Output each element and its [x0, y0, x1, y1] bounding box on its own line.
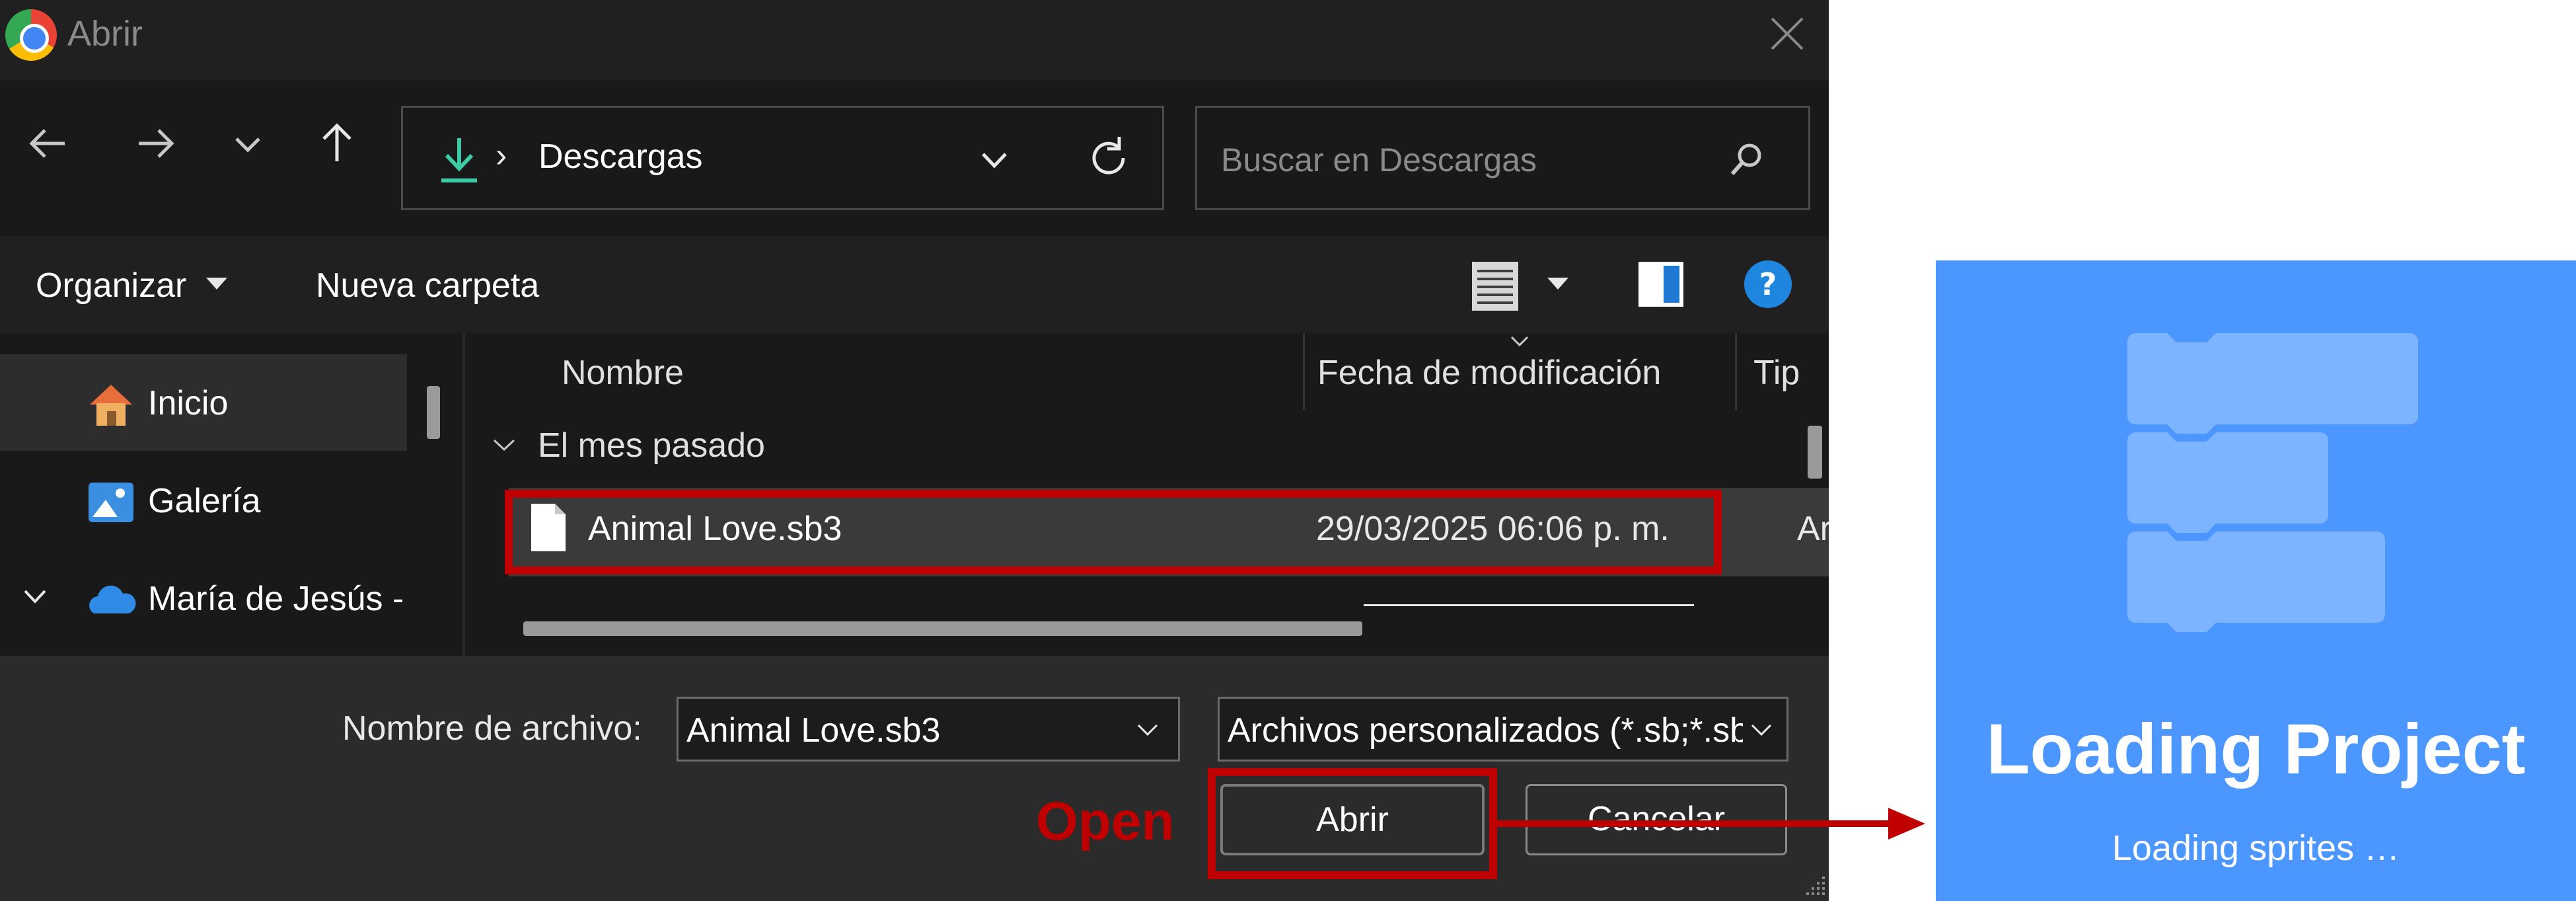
download-icon [441, 138, 477, 182]
highlight-selected-file [505, 490, 1722, 574]
loading-status: Loading sprites … [2112, 828, 2400, 868]
search-input[interactable]: Buscar en Descargas [1195, 106, 1810, 210]
chevron-down-icon[interactable] [971, 141, 1017, 180]
resize-grip-icon[interactable] [1804, 874, 1826, 896]
sidebar-item-inicio[interactable]: Inicio [0, 354, 407, 451]
sort-chevron-icon [1510, 336, 1529, 347]
search-icon[interactable] [1723, 137, 1769, 183]
column-divider[interactable] [1303, 333, 1305, 410]
filename-label: Nombre de archivo: [342, 709, 642, 748]
chevron-down-icon[interactable] [1748, 721, 1775, 738]
svg-text:?: ? [1759, 266, 1777, 302]
help-icon[interactable]: ? [1742, 258, 1794, 311]
caret-down-icon[interactable] [1547, 278, 1568, 291]
dialog-footer: Nombre de archivo: Animal Love.sb3 Archi… [0, 656, 1829, 901]
sidebar-scrollbar[interactable] [427, 386, 440, 439]
breadcrumb-separator: › [496, 136, 507, 175]
filename-field[interactable]: Animal Love.sb3 [677, 697, 1180, 762]
sidebar-item-label: Inicio [148, 384, 229, 422]
organize-button[interactable]: Organizar [36, 266, 186, 305]
search-placeholder: Buscar en Descargas [1221, 141, 1537, 178]
column-divider[interactable] [1735, 333, 1737, 410]
open-file-dialog: Abrir › Descargas Buscar en Descargas Or… [0, 0, 1829, 901]
horizontal-scrollbar[interactable] [523, 621, 1362, 636]
refresh-icon[interactable] [1082, 132, 1135, 184]
dialog-title: Abrir [67, 14, 143, 54]
group-header[interactable]: El mes pasado [538, 426, 765, 465]
arrow-right-icon[interactable] [126, 114, 185, 173]
highlight-open-button [1208, 768, 1497, 879]
address-bar[interactable]: › Descargas [401, 106, 1164, 210]
filename-value: Animal Love.sb3 [686, 711, 941, 750]
column-header-modified[interactable]: Fecha de modificación [1317, 353, 1661, 393]
annotation-open-label: Open [1036, 791, 1175, 851]
chrome-app-icon [5, 9, 57, 61]
code-blocks-icon [2127, 333, 2418, 632]
file-type: Ar [1797, 510, 1829, 548]
filetype-select[interactable]: Archivos personalizados (*.sb;*.sb2;*.sb… [1218, 697, 1788, 762]
title-bar: Abrir [0, 0, 1829, 81]
home-icon [90, 385, 132, 426]
navigation-pane: Inicio Galería María de Jesús - [0, 333, 462, 656]
onedrive-cloud-icon [89, 585, 136, 613]
column-header-name[interactable]: Nombre [562, 353, 684, 393]
column-header-type[interactable]: Tip [1753, 353, 1800, 393]
arrow-up-icon[interactable] [307, 114, 367, 173]
gallery-icon [89, 483, 133, 522]
filetype-value: Archivos personalizados (*.sb;*.sb2;*.sb… [1228, 711, 1743, 750]
sidebar-item-label: María de Jesús - [148, 580, 404, 618]
new-folder-button[interactable]: Nueva carpeta [316, 266, 539, 305]
sidebar-item-label: Galería [148, 482, 261, 520]
chevron-down-icon[interactable] [1134, 721, 1161, 738]
breadcrumb-downloads[interactable]: Descargas [538, 137, 703, 176]
caret-down-icon[interactable] [206, 278, 227, 291]
arrow-left-icon[interactable] [18, 114, 78, 173]
preview-pane-icon[interactable] [1635, 258, 1687, 311]
sidebar-item-onedrive[interactable]: María de Jesús - [0, 550, 449, 646]
close-icon[interactable] [1765, 12, 1809, 56]
loading-title: Loading Project [1986, 709, 2526, 789]
list-view-icon[interactable] [1467, 258, 1524, 315]
command-toolbar: Organizar Nueva carpeta ? [0, 237, 1829, 333]
sidebar-item-galeria[interactable]: Galería [0, 452, 407, 549]
annotation-arrow-icon [1492, 808, 1925, 840]
vertical-scrollbar[interactable] [1808, 426, 1822, 479]
chevron-down-icon[interactable] [218, 114, 277, 173]
chevron-down-icon[interactable] [18, 583, 52, 609]
divider [1364, 604, 1694, 606]
chevron-down-icon[interactable] [492, 436, 517, 453]
loading-project-panel: Loading Project Loading sprites … [1936, 260, 2576, 901]
